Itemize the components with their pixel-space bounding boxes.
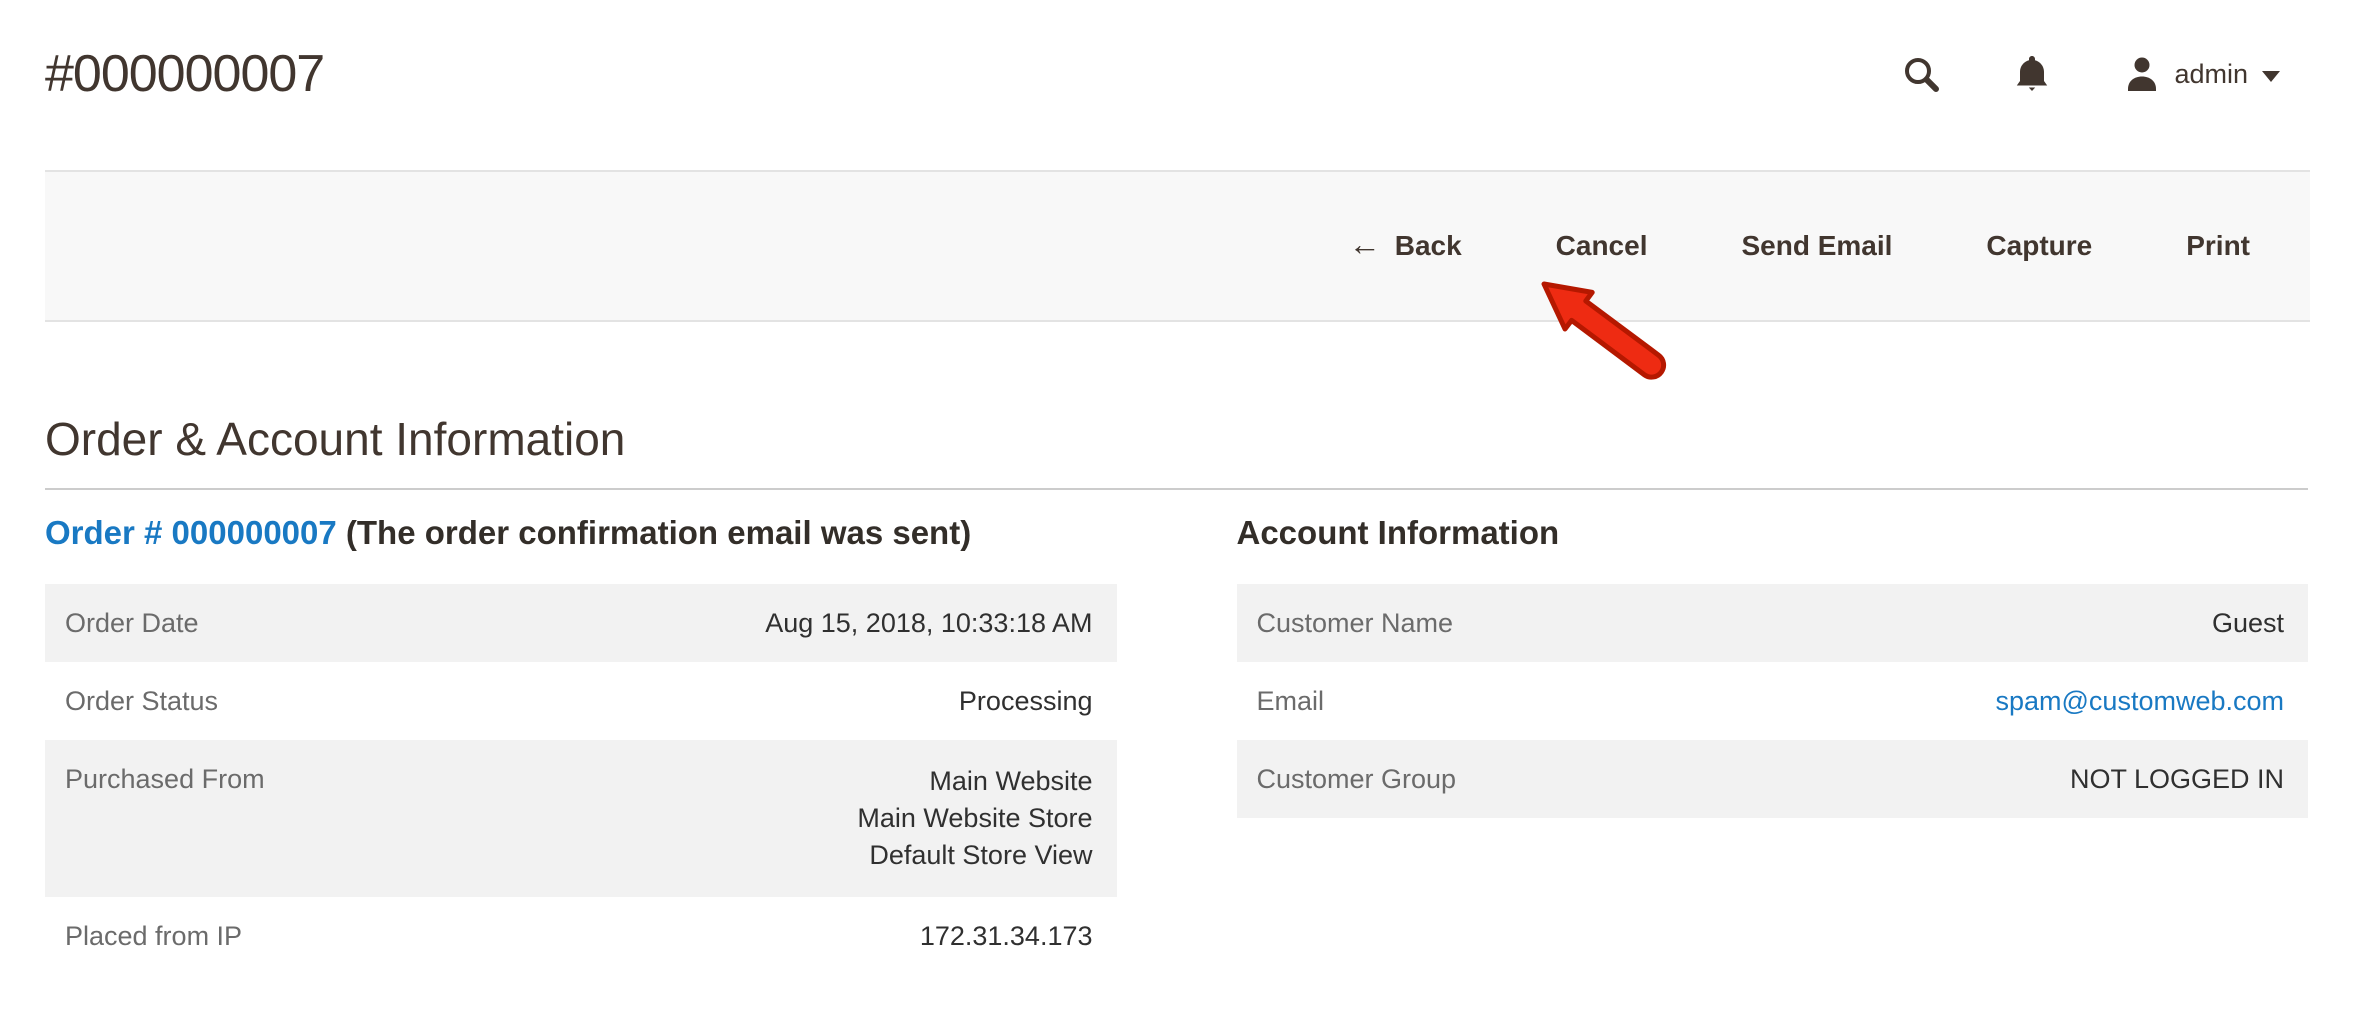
row-label: Email	[1237, 662, 1687, 740]
table-row: Order Status Processing	[45, 662, 1117, 740]
order-confirmation-note: (The order confirmation email was sent)	[346, 514, 971, 551]
send-email-button[interactable]: Send Email	[1741, 232, 1892, 260]
capture-button-label: Capture	[1986, 232, 2092, 260]
customer-email-link[interactable]: spam@customweb.com	[1996, 686, 2285, 716]
person-icon	[2124, 55, 2160, 93]
order-account-columns: Order # 000000007 (The order confirmatio…	[45, 510, 2308, 975]
row-value: Processing	[495, 662, 1116, 740]
print-button[interactable]: Print	[2186, 232, 2250, 260]
row-value: spam@customweb.com	[1687, 662, 2308, 740]
chevron-down-icon	[2262, 71, 2280, 82]
row-label: Order Date	[45, 584, 495, 662]
table-row: Order Date Aug 15, 2018, 10:33:18 AM	[45, 584, 1117, 662]
cancel-button[interactable]: Cancel	[1556, 232, 1648, 260]
order-actions-toolbar: ← Back Cancel Send Email Capture Print	[45, 170, 2310, 322]
order-information-title: Order # 000000007 (The order confirmatio…	[45, 510, 1117, 556]
row-value: NOT LOGGED IN	[1687, 740, 2308, 818]
row-label: Customer Name	[1237, 584, 1687, 662]
notifications-bell-icon[interactable]	[2014, 54, 2050, 94]
table-row: Customer Name Guest	[1237, 584, 2309, 662]
table-row: Email spam@customweb.com	[1237, 662, 2309, 740]
row-value: 172.31.34.173	[495, 897, 1116, 975]
annotation-arrow-icon	[1532, 272, 1680, 388]
page-title: #000000007	[45, 44, 324, 104]
table-row: Purchased From Main Website Main Website…	[45, 740, 1117, 897]
row-label: Purchased From	[45, 740, 495, 897]
table-row: Customer Group NOT LOGGED IN	[1237, 740, 2309, 818]
account-information-panel: Account Information Customer Name Guest …	[1237, 510, 2309, 818]
print-button-label: Print	[2186, 232, 2250, 260]
row-value: Aug 15, 2018, 10:33:18 AM	[495, 584, 1116, 662]
back-button-label: Back	[1395, 232, 1462, 260]
table-row: Placed from IP 172.31.34.173	[45, 897, 1117, 975]
cancel-button-label: Cancel	[1556, 232, 1648, 260]
admin-account-menu[interactable]: admin	[2124, 55, 2280, 93]
account-information-table: Customer Name Guest Email spam@customweb…	[1237, 584, 2309, 818]
store-line: Default Store View	[519, 837, 1092, 874]
capture-button[interactable]: Capture	[1986, 232, 2092, 260]
row-value: Main Website Main Website Store Default …	[495, 740, 1116, 897]
account-information-title: Account Information	[1237, 510, 2309, 556]
send-email-button-label: Send Email	[1741, 232, 1892, 260]
order-information-table: Order Date Aug 15, 2018, 10:33:18 AM Ord…	[45, 584, 1117, 975]
page-header: #000000007 admin	[0, 0, 2360, 130]
row-label: Order Status	[45, 662, 495, 740]
row-label: Customer Group	[1237, 740, 1687, 818]
store-line: Main Website Store	[519, 800, 1092, 837]
search-icon[interactable]	[1902, 55, 1940, 93]
order-number-link[interactable]: Order # 000000007	[45, 514, 337, 551]
store-line: Main Website	[519, 763, 1092, 800]
order-information-panel: Order # 000000007 (The order confirmatio…	[45, 510, 1117, 975]
row-label: Placed from IP	[45, 897, 495, 975]
header-actions: admin	[1902, 54, 2280, 94]
section-title: Order & Account Information	[45, 410, 2308, 490]
back-button[interactable]: ← Back	[1349, 230, 1462, 262]
admin-user-label: admin	[2174, 59, 2248, 90]
back-arrow-icon: ←	[1349, 228, 1381, 260]
row-value: Guest	[1687, 584, 2308, 662]
